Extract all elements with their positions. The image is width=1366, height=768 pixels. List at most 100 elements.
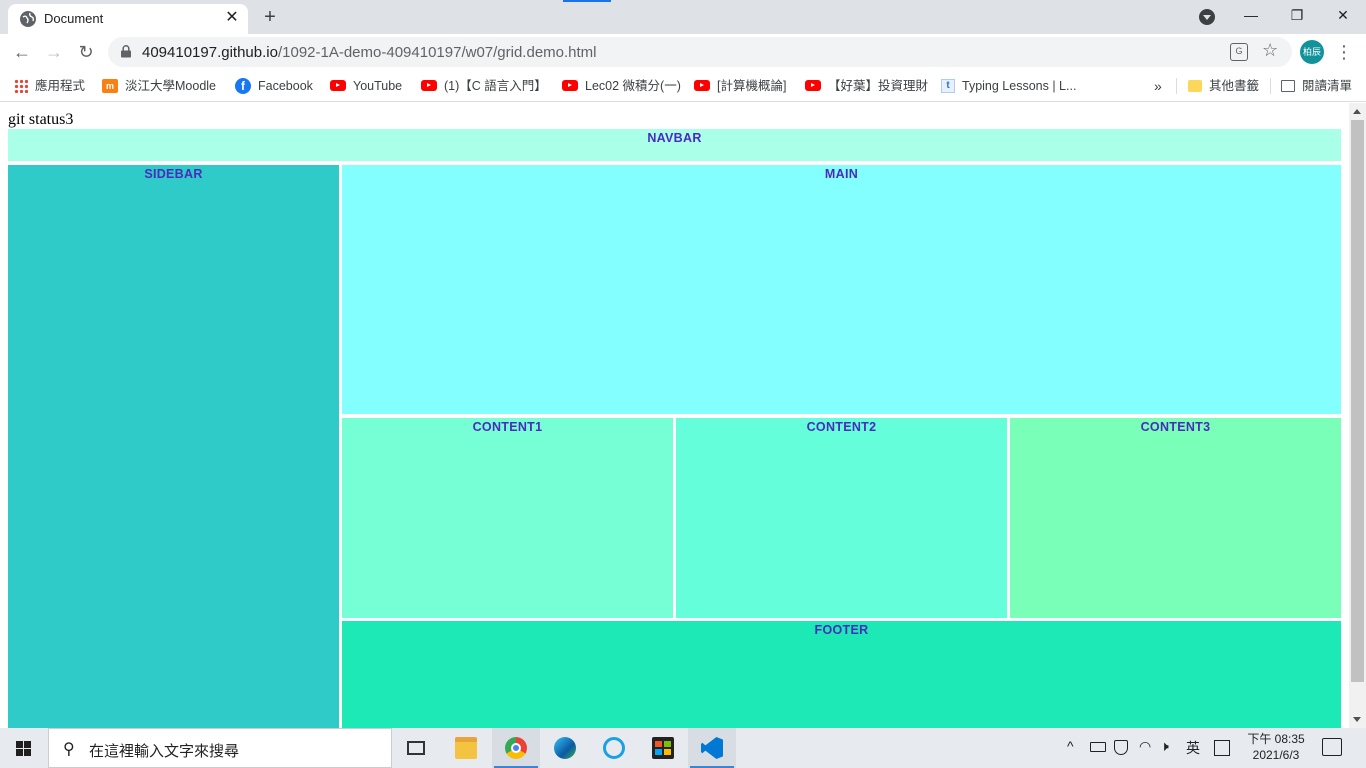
- show-hidden-icons-chevron-icon[interactable]: ^: [1067, 738, 1074, 754]
- footer-label: FOOTER: [814, 623, 869, 637]
- bookmarks-overflow-chevron-icon[interactable]: »: [1154, 76, 1162, 96]
- url-text[interactable]: 409410197.github.io/1092-1A-demo-4094101…: [142, 44, 597, 61]
- bookmark-label: (1)【C 語言入門】: [444, 79, 547, 93]
- bookmark-label: 應用程式: [35, 79, 86, 93]
- bookmark-moodle[interactable]: m 淡江大學Moodle: [102, 76, 216, 96]
- bookmark-star-icon[interactable]: ☆: [1262, 40, 1278, 61]
- system-clock[interactable]: 下午 08:35 2021/6/3: [1238, 731, 1314, 763]
- bookmarks-bar: 應用程式 m 淡江大學Moodle f Facebook YouTube (1)【C…: [0, 70, 1366, 102]
- vscode-icon: [701, 737, 723, 759]
- file-explorer-button[interactable]: [442, 728, 490, 768]
- youtube-icon: [694, 80, 710, 92]
- navbar-label: NAVBAR: [647, 131, 702, 145]
- bookmark-investing[interactable]: 【好葉】投資理財: [805, 76, 928, 96]
- grid-main: MAIN: [342, 165, 1341, 414]
- ime-mode-icon[interactable]: [1214, 740, 1230, 756]
- vertical-scrollbar[interactable]: [1349, 103, 1366, 728]
- windows-taskbar: ⚲ 在這裡輸入文字來搜尋 ^ ◠ 🕨 英 下午 08:35 2021/6/3: [0, 728, 1366, 768]
- tab-document[interactable]: Document ✕: [8, 4, 248, 34]
- internet-explorer-icon: [603, 737, 625, 759]
- grid-sidebar: SIDEBAR: [8, 165, 339, 728]
- youtube-icon: [805, 80, 821, 92]
- grid-content3: CONTENT3: [1010, 418, 1341, 618]
- bookmark-facebook[interactable]: f Facebook: [235, 76, 313, 96]
- bookmarks-divider: [1270, 78, 1271, 94]
- bookmark-c-language[interactable]: (1)【C 語言入門】: [421, 76, 547, 96]
- tab-strip: Document ✕ + — ❐ ✕: [0, 0, 1366, 34]
- content2-label: CONTENT2: [806, 420, 877, 434]
- edge-taskbar-button[interactable]: [541, 728, 589, 768]
- typing-icon: t: [941, 78, 955, 93]
- start-button[interactable]: [0, 728, 48, 768]
- apps-icon: [14, 78, 28, 93]
- new-tab-button[interactable]: +: [259, 6, 281, 28]
- bookmark-label: Typing Lessons | L...: [962, 79, 1077, 93]
- minimize-button[interactable]: —: [1228, 0, 1274, 32]
- grid-content1: CONTENT1: [342, 418, 673, 618]
- bookmark-label: Lec02 微積分(一): [585, 79, 681, 93]
- bookmark-label: 閱讀清單: [1302, 79, 1353, 93]
- store-taskbar-button[interactable]: [639, 728, 687, 768]
- youtube-icon: [421, 80, 437, 92]
- bookmark-other-folder[interactable]: 其他書籤: [1188, 76, 1259, 96]
- security-shield-icon[interactable]: [1114, 740, 1128, 755]
- close-tab-icon[interactable]: ✕: [222, 8, 242, 28]
- youtube-icon: [330, 80, 346, 92]
- address-bar[interactable]: 409410197.github.io/1092-1A-demo-4094101…: [108, 37, 1292, 67]
- bookmark-typing-lessons[interactable]: t Typing Lessons | L...: [941, 76, 1076, 96]
- bookmarks-divider: [1176, 78, 1177, 94]
- tab-search-icon[interactable]: [1199, 9, 1215, 25]
- content3-label: CONTENT3: [1140, 420, 1211, 434]
- bookmark-label: 其他書籤: [1209, 79, 1260, 93]
- battery-icon[interactable]: [1090, 742, 1106, 752]
- bookmark-label: YouTube: [353, 79, 403, 93]
- task-view-button[interactable]: [392, 728, 440, 768]
- forward-button[interactable]: →: [42, 40, 66, 64]
- bookmark-intro-computing[interactable]: [計算機概論]: [694, 76, 786, 96]
- bookmark-calculus[interactable]: Lec02 微積分(一): [562, 76, 681, 96]
- internet-explorer-button[interactable]: [590, 728, 638, 768]
- grid-content2: CONTENT2: [676, 418, 1007, 618]
- bookmark-label: 淡江大學Moodle: [125, 79, 216, 93]
- scrollbar-thumb[interactable]: [1351, 120, 1364, 682]
- tab-strip-accent: [563, 0, 611, 2]
- folder-icon: [455, 737, 477, 759]
- restore-button[interactable]: ❐: [1274, 0, 1320, 32]
- reading-list-icon: [1281, 79, 1295, 92]
- lock-icon[interactable]: [120, 45, 132, 58]
- input-method-indicator[interactable]: 英: [1186, 738, 1200, 758]
- search-icon: ⚲: [63, 741, 75, 758]
- bookmark-label: Facebook: [258, 79, 313, 93]
- folder-icon: [1188, 79, 1202, 92]
- notification-center-icon[interactable]: [1322, 738, 1342, 756]
- chrome-taskbar-button[interactable]: [492, 728, 540, 768]
- search-placeholder: 在這裡輸入文字來搜尋: [89, 743, 240, 760]
- chrome-menu-icon[interactable]: ⋮: [1334, 40, 1354, 64]
- store-icon: [652, 737, 674, 759]
- windows-logo-icon: [16, 741, 32, 756]
- tab-title: Document: [44, 11, 104, 26]
- bookmark-apps[interactable]: 應用程式: [14, 76, 85, 96]
- clock-date: 2021/6/3: [1252, 748, 1300, 762]
- translate-icon[interactable]: G: [1230, 43, 1248, 61]
- page-heading: git status3: [8, 111, 74, 128]
- url-path: /1092-1A-demo-409410197/w07/grid.demo.ht…: [277, 44, 597, 61]
- volume-muted-icon[interactable]: 🕨: [1160, 738, 1169, 755]
- grid-navbar: NAVBAR: [8, 129, 1341, 161]
- clock-time: 下午 08:35: [1247, 732, 1305, 746]
- scroll-down-arrow-icon[interactable]: [1353, 717, 1361, 722]
- main-label: MAIN: [824, 167, 859, 181]
- back-button[interactable]: ←: [10, 40, 34, 64]
- scroll-up-arrow-icon[interactable]: [1353, 109, 1361, 114]
- taskbar-search-box[interactable]: ⚲ 在這裡輸入文字來搜尋: [48, 728, 392, 768]
- reading-list[interactable]: 閱讀清單: [1281, 76, 1352, 96]
- edge-icon: [554, 737, 576, 759]
- chrome-icon: [505, 737, 527, 759]
- close-window-button[interactable]: ✕: [1320, 0, 1366, 32]
- wifi-icon[interactable]: ◠: [1139, 738, 1151, 755]
- profile-avatar[interactable]: 柏辰: [1300, 40, 1324, 64]
- reload-button[interactable]: ↻: [74, 40, 98, 64]
- vscode-taskbar-button[interactable]: [688, 728, 736, 768]
- bookmark-youtube[interactable]: YouTube: [330, 76, 402, 96]
- bookmark-label: [計算機概論]: [717, 79, 787, 93]
